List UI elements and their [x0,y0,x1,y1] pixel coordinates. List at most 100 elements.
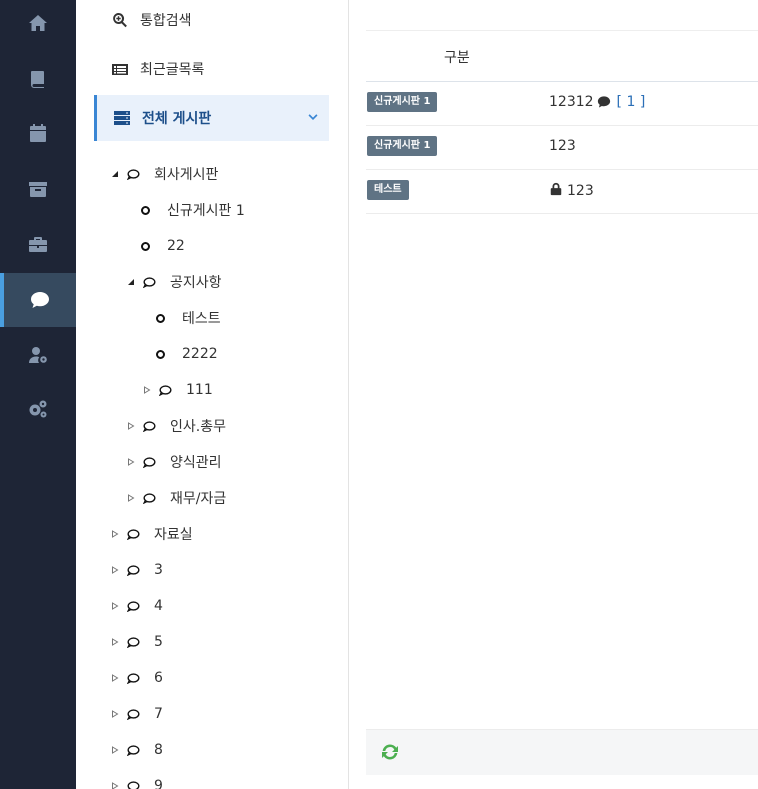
rail-home[interactable] [0,0,76,50]
rail-book[interactable] [0,52,76,106]
tree-label: 4 [154,598,163,614]
briefcase-icon [29,237,47,252]
tree-collapsed-icon[interactable] [126,457,136,467]
post-title: 12312 [549,94,594,110]
tree-node-forms[interactable]: 양식관리 [126,451,222,473]
table-row[interactable]: 테스트 123 [366,170,758,214]
gears-icon [29,400,47,418]
tree-node-8[interactable]: 8 [110,739,163,761]
tree-collapsed-icon[interactable] [110,709,120,719]
comment-outline-icon [126,780,140,789]
tree-collapsed-icon[interactable] [110,673,120,683]
comment-outline-icon [126,672,140,684]
lock-icon [549,182,567,200]
tree-label: 자료실 [154,527,193,543]
tree-node-company-board[interactable]: 회사게시판 [110,163,218,185]
tree-collapsed-icon[interactable] [110,601,120,611]
circle-bullet-icon [141,205,150,215]
comment-outline-icon [126,636,140,648]
rail-archive[interactable] [0,162,76,216]
tree-node-9[interactable]: 9 [110,775,163,789]
post-list-panel: 구분 신규게시판 1 12312 [ 1 ] 신규게시판 1 123 테스트 1… [350,0,758,789]
tree-label: 7 [154,706,163,722]
comment-outline-icon [126,600,140,612]
refresh-button[interactable] [380,742,402,764]
comment-outline-icon [142,420,156,432]
tree-node-finance[interactable]: 재무/자금 [126,487,226,509]
tree-expanded-icon[interactable] [126,277,136,287]
tree-label: 9 [154,778,163,789]
rail-briefcase[interactable] [0,217,76,271]
comment-outline-icon [126,744,140,756]
post-title-cell[interactable]: 123 [549,182,594,200]
tree-node-new-board[interactable]: 신규게시판 1 [141,199,245,221]
tree-label: 신규게시판 1 [167,203,245,219]
board-menu: 통합검색 최근글목록 전체 게시판 회사게시판 신규게시판 1 22 공지사항 … [76,0,349,789]
tree-collapsed-icon[interactable] [110,781,120,789]
comment-count[interactable]: [ 1 ] [617,94,646,110]
tree-node-2222[interactable]: 2222 [156,343,218,365]
column-header-category[interactable]: 구분 [444,47,470,67]
tree-label: 공지사항 [170,275,222,291]
post-title-cell[interactable]: 12312 [ 1 ] [549,94,645,110]
board-badge: 신규게시판 1 [367,136,438,156]
rail-board[interactable] [0,273,76,327]
tree-collapsed-icon[interactable] [110,565,120,575]
post-title-cell[interactable]: 123 [549,138,576,154]
circle-bullet-icon [156,313,165,323]
rail-system-settings[interactable] [0,382,76,436]
comment-outline-icon [158,384,172,396]
tree-node-library[interactable]: 자료실 [110,523,193,545]
tree-collapsed-icon[interactable] [126,421,136,431]
tree-node-22[interactable]: 22 [141,235,185,257]
integrated-search-label: 통합검색 [140,13,192,29]
board-badge: 테스트 [367,180,409,200]
tree-node-111[interactable]: 111 [142,379,213,401]
tree-label: 재무/자금 [170,491,227,507]
tree-collapsed-icon[interactable] [142,385,152,395]
comment-icon [597,96,610,108]
comment-icon [31,292,49,308]
comment-outline-icon [142,456,156,468]
tree-node-3[interactable]: 3 [110,559,163,581]
tree-label: 3 [154,562,163,578]
tree-node-notice[interactable]: 공지사항 [126,271,222,293]
tree-label: 8 [154,742,163,758]
tree-node-test[interactable]: 테스트 [156,307,221,329]
tree-collapsed-icon[interactable] [110,637,120,647]
rail-user-settings[interactable] [0,328,76,382]
recent-posts-link[interactable]: 최근글목록 [76,46,348,92]
tree-node-4[interactable]: 4 [110,595,163,617]
list-footer [366,729,758,775]
table-row[interactable]: 신규게시판 1 123 [366,126,758,170]
tree-label: 22 [167,238,185,254]
tree-node-5[interactable]: 5 [110,631,163,653]
tree-node-6[interactable]: 6 [110,667,163,689]
tree-label: 회사게시판 [154,167,219,183]
chevron-down-icon [307,112,319,124]
rail-calendar[interactable] [0,106,76,160]
table-row[interactable]: 신규게시판 1 12312 [ 1 ] [366,82,758,126]
tree-collapsed-icon[interactable] [126,493,136,503]
tree-label: 6 [154,670,163,686]
tree-label: 테스트 [182,311,221,327]
integrated-search-link[interactable]: 통합검색 [76,0,348,43]
comment-outline-icon [126,168,140,180]
tree-node-hr[interactable]: 인사.총무 [126,415,226,437]
search-plus-icon [113,13,127,28]
tree-node-7[interactable]: 7 [110,703,163,725]
comment-outline-icon [126,708,140,720]
post-title: 123 [567,183,594,199]
tree-collapsed-icon[interactable] [110,745,120,755]
icon-rail [0,0,76,789]
tree-label: 5 [154,634,163,650]
list-icon [112,64,128,75]
user-gear-icon [29,347,47,363]
refresh-icon [382,744,398,760]
tree-expanded-icon[interactable] [110,169,120,179]
all-boards-link[interactable]: 전체 게시판 [94,95,329,141]
comment-outline-icon [126,564,140,576]
tree-collapsed-icon[interactable] [110,529,120,539]
board-badge: 신규게시판 1 [367,92,438,112]
circle-bullet-icon [156,349,165,359]
